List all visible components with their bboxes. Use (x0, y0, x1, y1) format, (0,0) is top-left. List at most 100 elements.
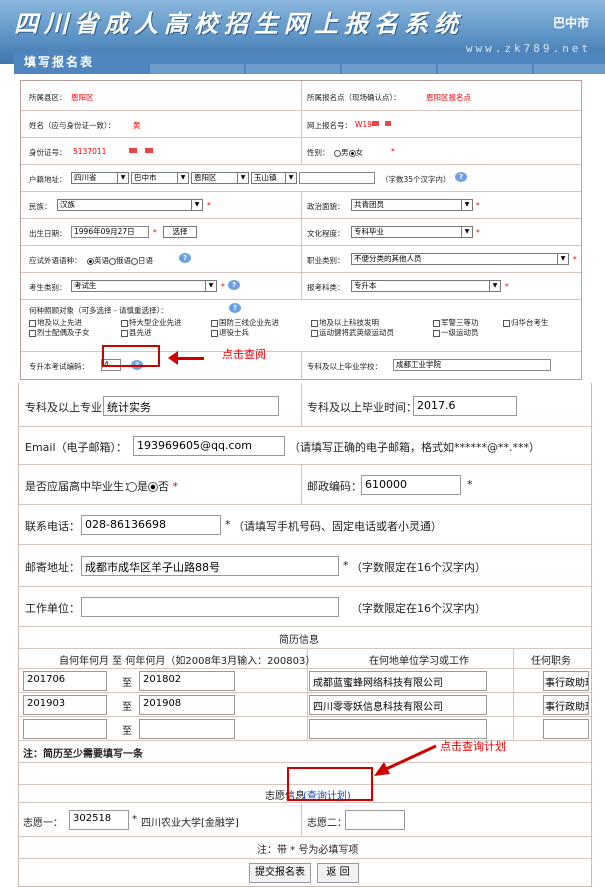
form-row: 民族： 汉族 ▼ * 政治面貌： 共青团员 ▼ * (21, 192, 581, 219)
resume-to-input[interactable] (139, 719, 235, 739)
form-row: 工作单位： （字数限定在16个汉字内） (19, 587, 591, 627)
cand-select[interactable]: 考试生 ▼ (71, 280, 217, 292)
bonus-option[interactable]: 运动健将武英级运动员 (311, 327, 394, 338)
resume-role-input[interactable]: 事行政助理 (543, 671, 589, 691)
huji-province-select[interactable]: 四川省 ▼ (71, 172, 129, 184)
resume-unit-input[interactable]: 成都蓝蜜蜂网络科技有限公司 (309, 671, 487, 691)
form-row: 专科及以上专业： 统计实务 专科及以上毕业时间： 2017.6 (19, 383, 591, 427)
form-row: 志愿一： 302518 * 四川农业大学[金融学] 志愿二： (19, 803, 591, 837)
wish1-name: 四川农业大学[金融学] (141, 818, 239, 829)
resume-to-input[interactable]: 201908 (139, 695, 235, 715)
wish1-code-input[interactable]: 302518 (69, 810, 129, 830)
huji-city-select[interactable]: 巴中市 ▼ (131, 172, 189, 184)
tab-fill-form[interactable]: 填写报名表 (24, 53, 94, 70)
radio-male[interactable] (334, 149, 341, 157)
required-star: * (132, 814, 137, 825)
lang-radios[interactable]: 英语 俄语 日语 (87, 255, 153, 266)
form-row: 身份证号： 5137011 性别： 男女 * (21, 138, 581, 165)
school-input[interactable]: 成都工业学院 (393, 359, 551, 371)
gender-radios[interactable]: 男女 (334, 147, 363, 158)
wish1-label: 志愿一： (23, 818, 63, 829)
submit-button[interactable]: 提交报名表 (249, 863, 311, 883)
job-label: 职业类别： (307, 256, 345, 265)
major-input[interactable]: 统计实务 (103, 396, 279, 416)
form-row: 考生类别： 考试生 ▼ * ? 报考科类： 专升本 ▼ * (21, 273, 581, 300)
upper-form: 所属县区： 恩阳区 所属报名点（现场确认点）： 恩阳区报名点 姓名（应与身份证一… (20, 80, 582, 380)
lang-label: 应试外语语种： (29, 256, 82, 265)
bonus-option[interactable]: 退役士兵 (211, 327, 249, 338)
postcode-input[interactable]: 610000 (361, 475, 461, 495)
resume-unit-input[interactable] (309, 719, 487, 739)
work-note: （字数限定在16个汉字内） (351, 602, 486, 615)
birth-input[interactable]: 1996年09月27日 (71, 226, 149, 238)
form-row: 是否应届高中毕业生： 是否 * 邮政编码： 610000 * (19, 465, 591, 505)
job-select[interactable]: 不便分类的其他人员 ▼ (351, 253, 569, 265)
back-button[interactable]: 返 回 (317, 863, 359, 883)
political-select[interactable]: 共青团员 ▼ (351, 199, 473, 211)
cat-select[interactable]: 专升本 ▼ (351, 280, 501, 292)
idcard-label: 身份证号： (29, 148, 67, 157)
form-row: 联系电话： 028-86136698 * （请填写手机号码、固定电话或者小灵通） (19, 505, 591, 545)
site-label: 所属报名点（现场确认点）： (307, 93, 401, 102)
idcard-value: 5137011 (73, 147, 107, 156)
addr-note: （字数限定在16个汉字内） (351, 561, 486, 574)
radio-female[interactable] (348, 149, 356, 157)
bonus-option[interactable]: 县先进 (121, 327, 152, 338)
school-label: 专科及以上毕业学校： (307, 362, 382, 371)
resume-to-input[interactable]: 201802 (139, 671, 235, 691)
wish2-code-input[interactable] (345, 810, 405, 830)
resume-unit-input[interactable]: 四川零零妖信息科技有限公司 (309, 695, 487, 715)
required-note: 注：带 * 号为必填写项 (257, 845, 359, 856)
resume-row: 201903 至 201908 四川零零妖信息科技有限公司 事行政助理 (19, 693, 591, 717)
gender-female-text: 女 (355, 148, 364, 157)
site-url: www.zk789.net (465, 42, 591, 55)
huji-detail-input[interactable] (299, 172, 375, 184)
name-value: 黄 (133, 121, 141, 130)
help-icon[interactable]: ? (179, 253, 191, 263)
nation-select[interactable]: 汉族 ▼ (57, 199, 203, 211)
email-note: （请填写正确的电子邮箱，格式如******@**.***） (289, 441, 540, 454)
edu-label: 文化程度： (307, 229, 345, 238)
system-title: 四川省成人高校招生网上报名系统 (14, 9, 464, 38)
help-icon[interactable]: ? (229, 303, 241, 313)
resume-from-input[interactable]: 201903 (23, 695, 107, 715)
birth-select-button[interactable]: 选择 (163, 226, 197, 238)
phone-input[interactable]: 028-86136698 (81, 515, 221, 535)
gender-label: 性别： (307, 148, 330, 157)
resume-from-input[interactable] (23, 719, 107, 739)
email-label: Email（电子邮箱）： (25, 441, 128, 454)
phone-label: 联系电话： (25, 520, 80, 533)
redaction-mark (145, 148, 153, 153)
form-row: 姓名（应与身份证一致）： 黄 网上报名号： W19 (21, 111, 581, 138)
county-label: 所属县区： (29, 93, 67, 102)
annotation-query-text: 点击查阅 (222, 348, 266, 361)
bonus-option[interactable]: 一级运动员 (433, 327, 479, 338)
hs-label: 是否应届高中毕业生： (25, 480, 135, 493)
resume-to-label: 至 (122, 678, 132, 689)
regno-value: W19 (355, 120, 372, 129)
addr-input[interactable]: 成都市成华区羊子山路88号 (81, 556, 339, 576)
hs-radios[interactable]: 是否 * (127, 478, 178, 494)
bonus-option[interactable]: 归华台考生 (503, 317, 549, 328)
form-row: 应试外语语种： 英语 俄语 日语 ? 职业类别： 不便分类的其他人员 ▼ * (21, 246, 581, 273)
phone-note: （请填写手机号码、固定电话或者小灵通） (233, 520, 442, 533)
work-input[interactable] (81, 597, 339, 617)
bonus-option[interactable]: 烈士配偶及子女 (29, 327, 90, 338)
resume-role-input[interactable]: 事行政助理 (543, 695, 589, 715)
gradtime-label: 专科及以上毕业时间： (307, 401, 417, 414)
help-icon[interactable]: ? (455, 172, 467, 182)
form-row: 出生日期： 1996年09月27日 * 选择 文化程度： 专科毕业 ▼ * (21, 219, 581, 246)
resume-role-input[interactable] (543, 719, 589, 739)
postcode-label: 邮政编码： (307, 480, 362, 493)
site-value: 恩阳区报名点 (426, 93, 471, 102)
email-input[interactable]: 193969605@qq.com (133, 436, 285, 456)
edu-select[interactable]: 专科毕业 ▼ (351, 226, 473, 238)
annotation-box (287, 767, 373, 801)
gradtime-input[interactable]: 2017.6 (413, 396, 517, 416)
huji-town-select[interactable]: 玉山镇 ▼ (251, 172, 297, 184)
resume-col-period: 自何年何月 至 何年何月（如2008年3月输入：200803） (59, 656, 316, 667)
help-icon[interactable]: ? (228, 280, 240, 290)
form-row: 简历信息 (19, 627, 591, 649)
huji-county-select[interactable]: 恩阳区 ▼ (191, 172, 249, 184)
resume-from-input[interactable]: 201706 (23, 671, 107, 691)
